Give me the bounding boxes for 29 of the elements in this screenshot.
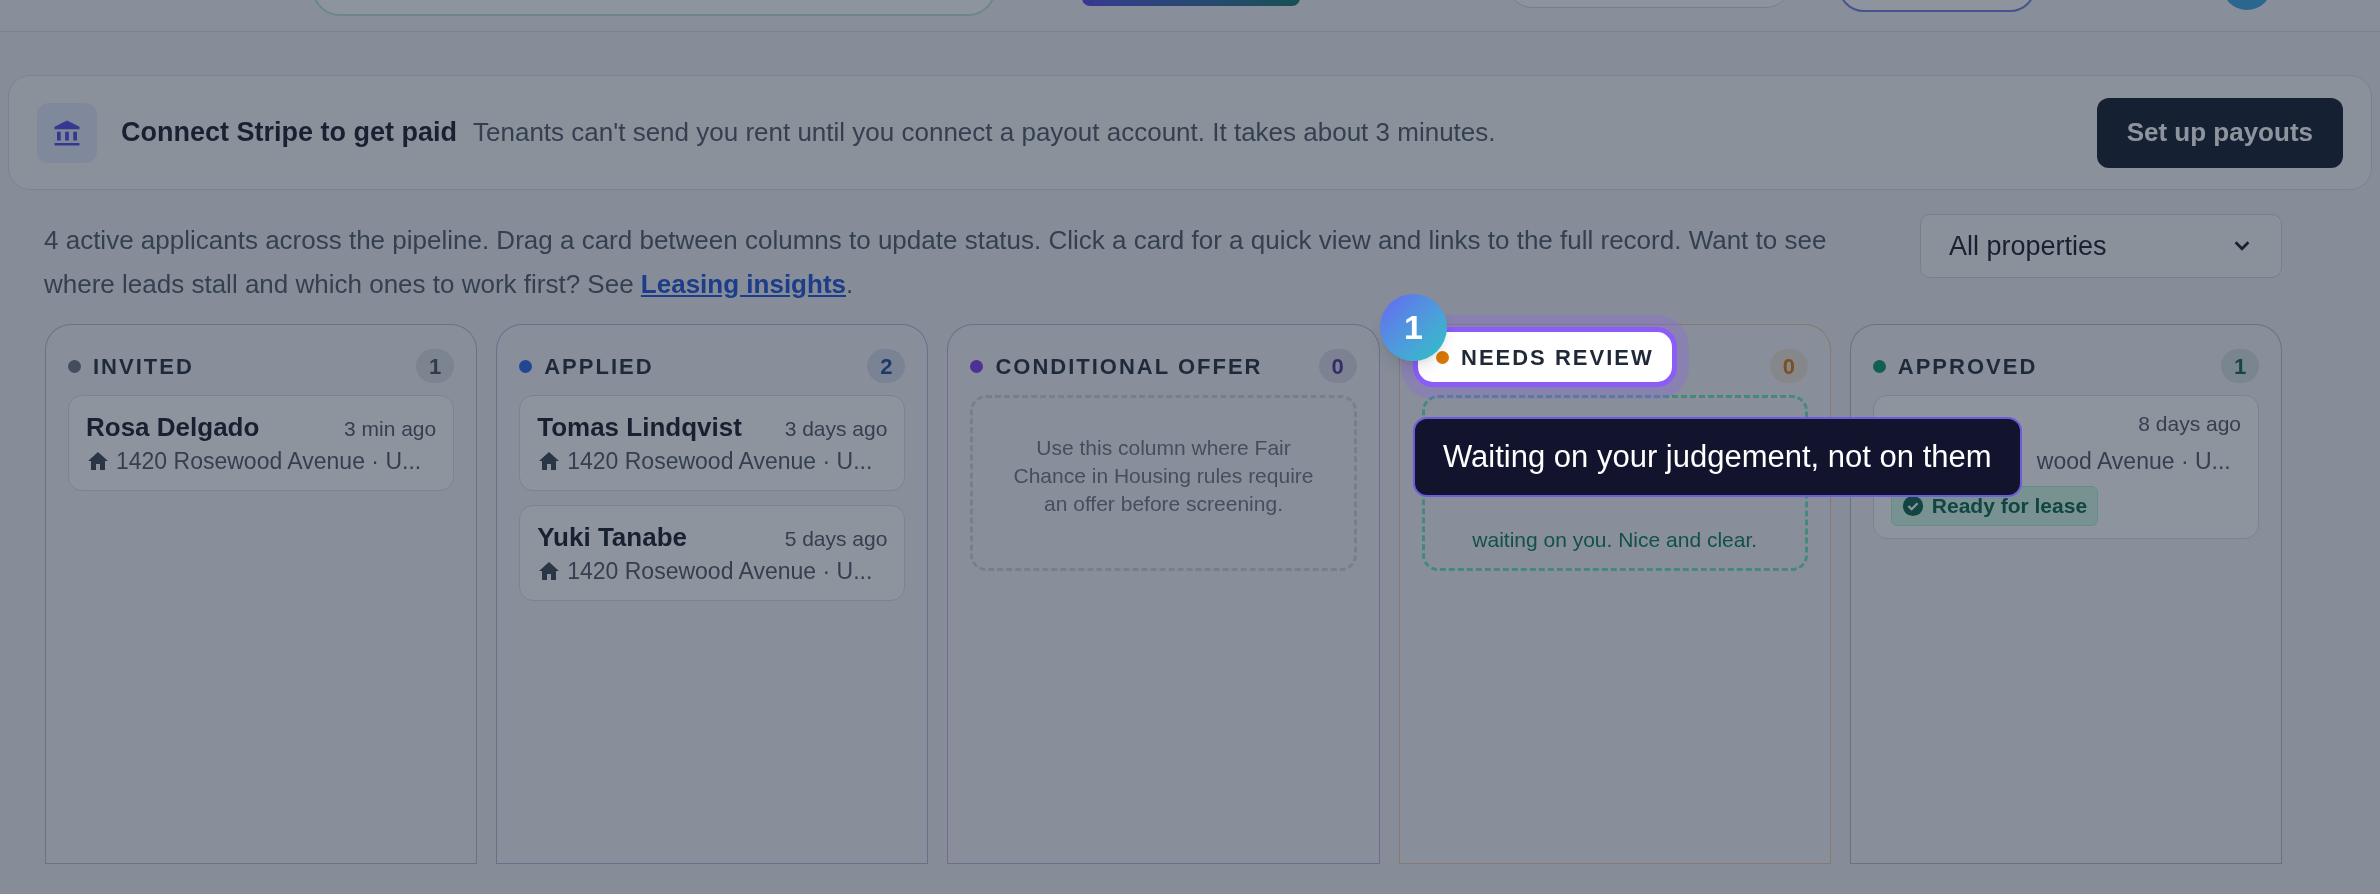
property-address: 1420 Rosewood Avenue · U...: [567, 556, 873, 586]
applicant-name: Rosa Delgado: [86, 411, 260, 444]
applicant-card[interactable]: Rosa Delgado 3 min ago 1420 Rosewood Avenue · U...: [68, 395, 455, 491]
time-ago: 5 days ago: [784, 526, 888, 552]
property-select[interactable]: All properties: [1920, 214, 2282, 278]
applicant-name: Tomas Lindqvist: [537, 411, 742, 444]
house-icon: [86, 449, 110, 473]
banner-message: Tenants can't send you rent until you connect a payout account. It takes about 3 minutes.: [473, 116, 1496, 149]
column-title: INVITED: [93, 352, 194, 381]
column-title: APPROVED: [1897, 352, 2038, 381]
time-ago: 3 days ago: [784, 416, 888, 442]
time-ago: 3 min ago: [343, 416, 437, 442]
property-address: 1420 Rosewood Avenue · U...: [567, 446, 873, 476]
leasing-insights-link[interactable]: Leasing insights: [640, 269, 846, 299]
time-ago: 8 days ago: [2138, 411, 2241, 437]
applicant-name: Yuki Tanabe: [537, 521, 687, 554]
applicant-card[interactable]: Yuki Tanabe 5 days ago 1420 Rosewood Avenue · U...: [519, 505, 906, 601]
column-title: CONDITIONAL OFFER: [995, 352, 1263, 381]
banner-title: Connect Stripe to get paid: [121, 116, 457, 150]
property-address: wood Avenue · U...: [2036, 446, 2231, 476]
empty-state-text: Use this column where Fair Chance in Housing rules require an offer before screening.: [1013, 435, 1314, 517]
property-address: 1420 Rosewood Avenue · U...: [116, 446, 422, 476]
column-title: APPLIED: [544, 352, 654, 381]
step-badge: 1: [1380, 294, 1447, 361]
column-title: NEEDS REVIEW: [1461, 343, 1654, 372]
tour-tooltip: Waiting on your judgement, not on them: [1413, 417, 2022, 497]
empty-state-text: waiting on you. Nice and clear.: [1472, 527, 1758, 553]
setup-payouts-button[interactable]: Set up payouts: [2096, 97, 2343, 168]
applicant-card[interactable]: Tomas Lindqvist 3 days ago 1420 Rosewood Avenue · U...: [519, 395, 906, 491]
